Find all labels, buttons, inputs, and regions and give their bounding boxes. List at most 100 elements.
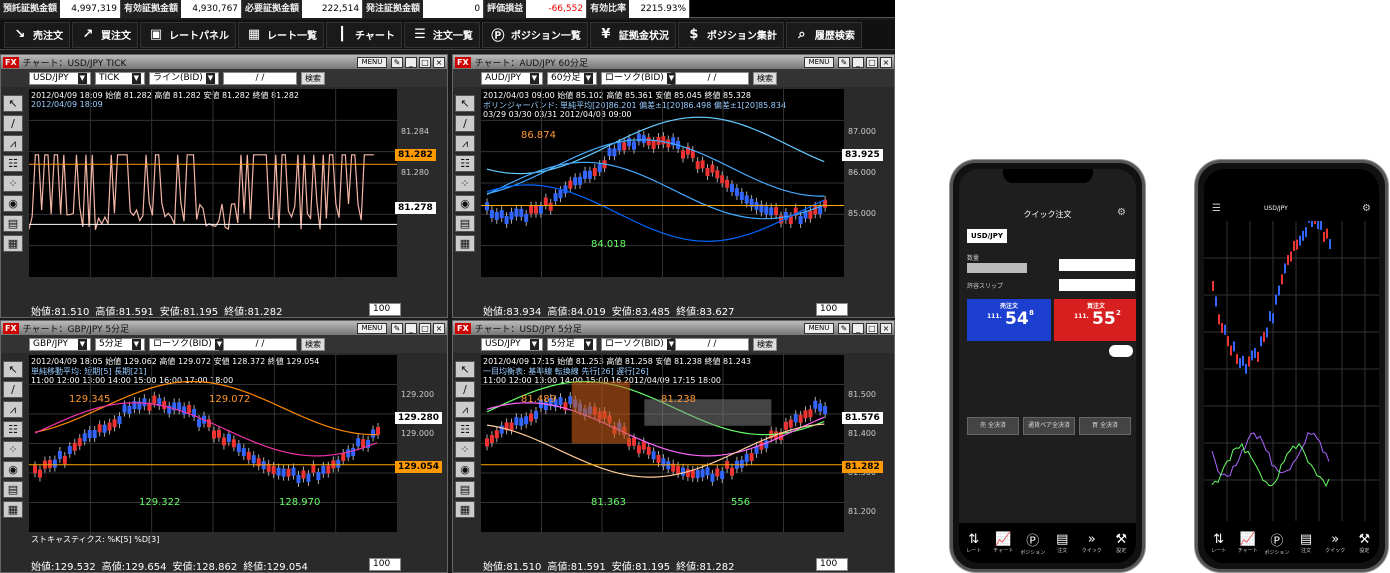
grid-icon[interactable]: ☷ xyxy=(455,155,475,172)
settings-icon[interactable]: ▦ xyxy=(3,235,23,252)
date-input[interactable]: / / xyxy=(675,337,749,351)
settings-icon[interactable]: ▦ xyxy=(455,501,475,518)
toolbar-button[interactable]: $ ポジション集計 xyxy=(677,21,784,48)
charttype-select[interactable]: ライン(BID) ▼ xyxy=(149,71,219,85)
qty-input[interactable] xyxy=(1059,259,1135,271)
settle-all-button[interactable]: 通貨ペア全決済 xyxy=(1023,417,1075,435)
settings-icon[interactable]: ▦ xyxy=(455,235,475,252)
chart-canvas[interactable]: 2012/04/09 18:05 始値 129.062 高値 129.072 安… xyxy=(29,355,397,532)
tab-2[interactable]: Ⓟ ポジション xyxy=(1020,530,1046,556)
search-button[interactable]: 検索 xyxy=(753,71,777,85)
period-select[interactable]: TICK ▼ xyxy=(95,71,145,85)
cursor-icon[interactable]: ↖ xyxy=(455,361,475,378)
date-input[interactable]: / / xyxy=(675,71,749,85)
date-input[interactable]: / / xyxy=(223,71,297,85)
print-icon[interactable]: ▤ xyxy=(455,481,475,498)
period-select[interactable]: 5分足 ▼ xyxy=(547,337,597,351)
menu-icon[interactable]: ☰ xyxy=(1212,203,1221,214)
tab-4[interactable]: » クイック xyxy=(1079,532,1105,554)
pen-icon[interactable]: ∕ xyxy=(455,381,475,398)
settle-sell-button[interactable]: 売 全決済 xyxy=(967,417,1019,435)
grid-icon[interactable]: ☷ xyxy=(455,421,475,438)
chart-canvas[interactable]: 2012/04/03 09:00 始値 85.102 高値 85.361 安値 … xyxy=(481,89,844,277)
pair-select[interactable]: GBP/JPY ▼ xyxy=(29,337,91,351)
maximize-icon[interactable]: □ xyxy=(419,322,431,334)
charttype-select[interactable]: ローソク(BID) ▼ xyxy=(149,337,225,351)
cursor-icon[interactable]: ↖ xyxy=(3,95,23,112)
cursor-icon[interactable]: ↖ xyxy=(455,95,475,112)
settings-icon[interactable]: ▦ xyxy=(3,501,23,518)
toolbar-button[interactable]: Ⓟ ポジション一覧 xyxy=(481,21,588,48)
sell-order-button[interactable]: 売注文 111. 54 8 xyxy=(967,299,1051,341)
tab-5[interactable]: ⚒ 設定 xyxy=(1351,532,1377,554)
minimize-icon[interactable]: _ xyxy=(405,322,417,334)
pair-select[interactable]: AUD/JPY ▼ xyxy=(481,71,543,85)
minimize-icon[interactable]: _ xyxy=(852,322,864,334)
zoom-select[interactable]: 100 xyxy=(816,558,848,571)
zoom-select[interactable]: 100 xyxy=(816,303,848,316)
print-icon[interactable]: ▤ xyxy=(455,215,475,232)
dots-icon[interactable]: ⁘ xyxy=(3,175,23,192)
print-icon[interactable]: ▤ xyxy=(3,481,23,498)
search-button[interactable]: 検索 xyxy=(753,337,777,351)
tab-5[interactable]: ⚒ 設定 xyxy=(1108,532,1134,554)
period-select[interactable]: 5分足 ▼ xyxy=(95,337,145,351)
tab-1[interactable]: 📈 チャート xyxy=(990,532,1016,554)
period-select[interactable]: 60分足 ▼ xyxy=(547,71,597,85)
print-icon[interactable]: ▤ xyxy=(3,215,23,232)
gear-icon[interactable]: ⚙ xyxy=(1117,207,1126,218)
edit-icon[interactable]: ✎ xyxy=(391,322,403,334)
dots-icon[interactable]: ⁘ xyxy=(455,175,475,192)
close-icon[interactable]: × xyxy=(880,322,892,334)
pair-select[interactable]: USD/JPY ▼ xyxy=(481,337,543,351)
tab-3[interactable]: ▤ 注文 xyxy=(1293,532,1319,554)
chart-canvas[interactable]: 2012/04/09 17:15 始値 81.253 高値 81.258 安値 … xyxy=(481,355,844,532)
indicator-icon[interactable]: ⩘ xyxy=(455,135,475,152)
toolbar-button[interactable]: ⌕ 履歴検索 xyxy=(785,21,862,48)
slip-input[interactable] xyxy=(1059,279,1135,291)
grid-icon[interactable]: ☷ xyxy=(3,421,23,438)
gear-icon[interactable]: ⚙ xyxy=(1362,203,1371,214)
close-icon[interactable]: × xyxy=(433,322,445,334)
toolbar-button[interactable]: ↘ 売注文 xyxy=(4,21,70,48)
pen-icon[interactable]: ∕ xyxy=(455,115,475,132)
tab-0[interactable]: ⇅ レート xyxy=(961,532,987,554)
zoom-select[interactable]: 100 xyxy=(369,303,401,316)
toolbar-button[interactable]: ▣ レートパネル xyxy=(140,21,236,48)
toolbar-button[interactable]: ¥ 証拠金状況 xyxy=(589,21,676,48)
edit-icon[interactable]: ✎ xyxy=(838,56,850,68)
pair-selector[interactable]: USD/JPY xyxy=(967,229,1007,243)
maximize-icon[interactable]: □ xyxy=(419,56,431,68)
menu-button[interactable]: MENU xyxy=(804,56,834,68)
tab-2[interactable]: Ⓟ ポジション xyxy=(1264,530,1290,556)
grid-icon[interactable]: ☷ xyxy=(3,155,23,172)
eye-icon[interactable]: ◉ xyxy=(455,195,475,212)
search-button[interactable]: 検索 xyxy=(301,71,325,85)
pen-icon[interactable]: ∕ xyxy=(3,115,23,132)
indicator-icon[interactable]: ⩘ xyxy=(3,401,23,418)
chart-canvas[interactable]: 2012/04/09 18:09 始値 81.282 高値 81.282 安値 … xyxy=(29,89,397,277)
buy-order-button[interactable]: 買注文 111. 55 2 xyxy=(1054,299,1136,341)
indicator-icon[interactable]: ⩘ xyxy=(455,401,475,418)
date-input[interactable]: / / xyxy=(223,337,297,351)
zoom-select[interactable]: 100 xyxy=(369,558,401,571)
menu-button[interactable]: MENU xyxy=(804,322,834,334)
menu-button[interactable]: MENU xyxy=(357,322,387,334)
edit-icon[interactable]: ✎ xyxy=(391,56,403,68)
settle-buy-button[interactable]: 買 全決済 xyxy=(1079,417,1131,435)
toolbar-button[interactable]: ┃ チャート xyxy=(326,21,402,48)
dots-icon[interactable]: ⁘ xyxy=(3,441,23,458)
indicator-icon[interactable]: ⩘ xyxy=(3,135,23,152)
phone-chart-canvas[interactable] xyxy=(1204,221,1379,521)
qty-toggle[interactable] xyxy=(967,263,1027,273)
tab-3[interactable]: ▤ 注文 xyxy=(1049,532,1075,554)
toolbar-button[interactable]: ▦ レート一覧 xyxy=(238,21,324,48)
toggle-switch[interactable] xyxy=(1109,345,1133,357)
search-button[interactable]: 検索 xyxy=(301,337,325,351)
eye-icon[interactable]: ◉ xyxy=(455,461,475,478)
eye-icon[interactable]: ◉ xyxy=(3,195,23,212)
edit-icon[interactable]: ✎ xyxy=(838,322,850,334)
tab-1[interactable]: 📈 チャート xyxy=(1235,532,1261,554)
close-icon[interactable]: × xyxy=(433,56,445,68)
tab-4[interactable]: » クイック xyxy=(1322,532,1348,554)
